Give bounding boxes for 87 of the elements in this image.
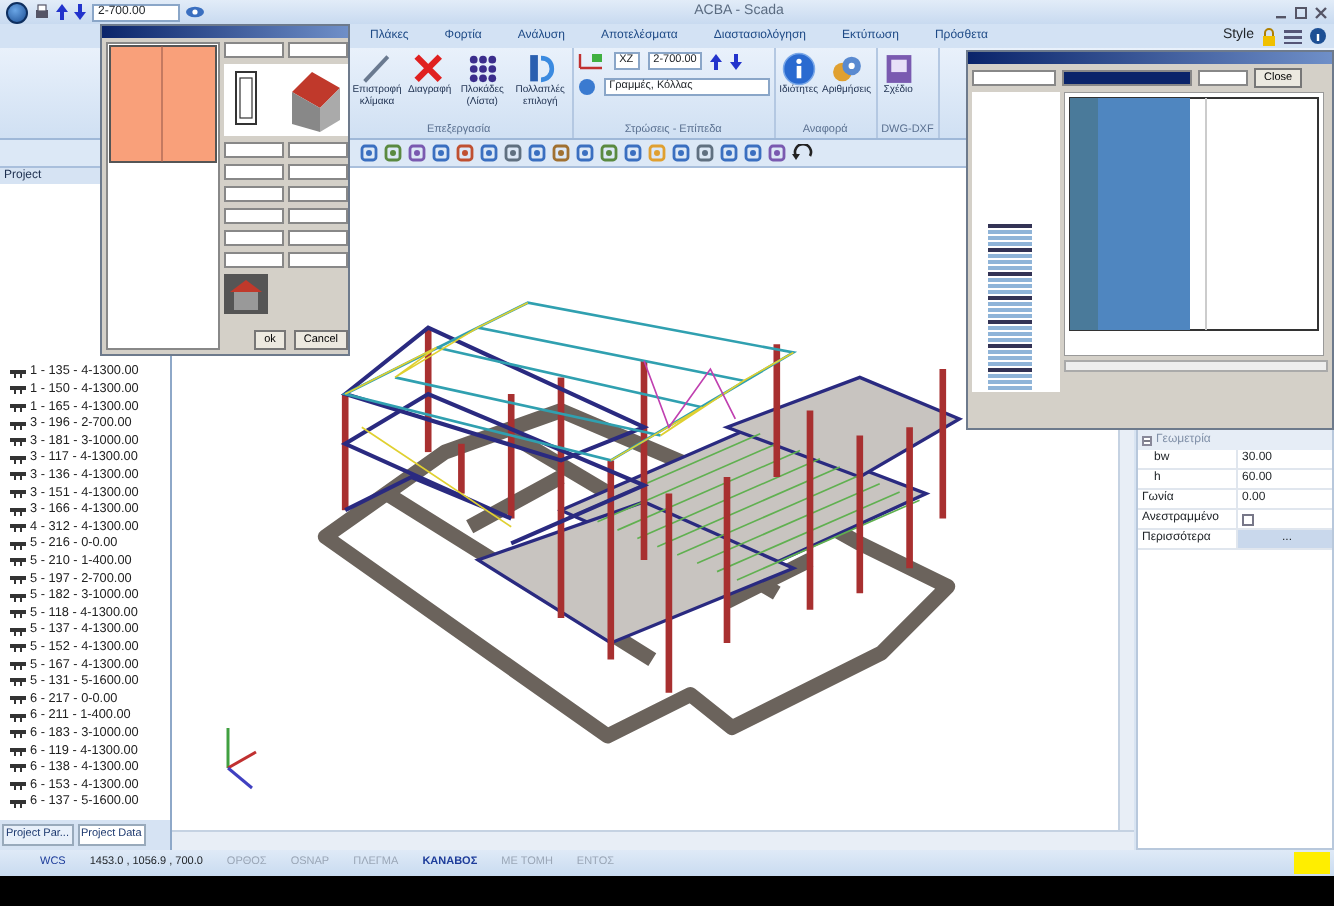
beam-icon	[10, 384, 26, 395]
toolbar-icon[interactable]	[480, 144, 498, 162]
material-select[interactable]	[288, 42, 348, 58]
beam-icon	[10, 539, 26, 550]
document-icon	[881, 52, 916, 86]
arrow-up-icon[interactable]	[56, 4, 68, 20]
beam-icon	[10, 608, 26, 619]
toolbar-icon[interactable]	[552, 144, 570, 162]
dot-grid-icon	[465, 52, 500, 86]
beam-icon	[10, 453, 26, 464]
toolbar-icon[interactable]	[408, 144, 426, 162]
checkbox[interactable]	[1242, 513, 1254, 525]
toolbar-icon[interactable]	[744, 144, 762, 162]
toolbar-icon[interactable]	[768, 144, 786, 162]
eye-icon[interactable]	[186, 6, 204, 18]
input-field[interactable]	[288, 186, 348, 202]
collapse-icon[interactable]	[1142, 435, 1152, 445]
toolbar-icon[interactable]	[504, 144, 522, 162]
toolbar-icon[interactable]	[360, 144, 378, 162]
app-menu-button[interactable]	[6, 1, 28, 23]
input-field[interactable]	[224, 230, 284, 246]
toolbar-icon[interactable]	[456, 144, 474, 162]
close-icon[interactable]	[1314, 5, 1328, 19]
section-type-select[interactable]	[224, 42, 284, 58]
toolbar-icon[interactable]	[600, 144, 618, 162]
maximize-icon[interactable]	[1294, 5, 1308, 19]
status-indicator	[1294, 852, 1330, 874]
input-field[interactable]	[288, 230, 348, 246]
rotate-icon[interactable]	[792, 144, 814, 162]
column-and-house-drawing	[224, 64, 348, 136]
beam-icon	[10, 728, 26, 739]
toolbar-icon[interactable]	[528, 144, 546, 162]
lock-icon[interactable]	[1262, 27, 1276, 45]
input-field[interactable]	[224, 142, 284, 158]
beam-icon	[10, 625, 26, 636]
toolbar-icon[interactable]	[696, 144, 714, 162]
beam-icon	[10, 505, 26, 516]
input-field[interactable]	[288, 252, 348, 268]
house-preview-drawing	[224, 274, 268, 314]
beam-icon	[10, 676, 26, 687]
input-field[interactable]	[288, 164, 348, 180]
beam-icon	[10, 401, 26, 412]
input-field[interactable]	[288, 142, 348, 158]
beam-icon	[10, 487, 26, 498]
toolbar-icon[interactable]	[384, 144, 402, 162]
input-field[interactable]	[224, 164, 284, 180]
input-field[interactable]	[224, 208, 284, 224]
beam-icon	[10, 762, 26, 773]
info-icon	[781, 52, 816, 86]
toolbar-icon[interactable]	[672, 144, 690, 162]
beam-icon	[10, 642, 26, 653]
toolbar-icon[interactable]	[720, 144, 738, 162]
beam-icon	[10, 745, 26, 756]
beam-icon	[10, 436, 26, 447]
input-field[interactable]	[224, 186, 284, 202]
beam-icon	[10, 711, 26, 722]
beam-icon	[10, 659, 26, 670]
beam-icon	[10, 694, 26, 705]
beam-icon	[10, 367, 26, 378]
beam-icon	[10, 780, 26, 791]
toolbar-icon[interactable]	[432, 144, 450, 162]
section-shape-drawing	[108, 44, 218, 164]
beam-icon	[10, 797, 26, 808]
beam-icon	[10, 591, 26, 602]
arrow-down-icon[interactable]	[74, 4, 86, 20]
bar-select[interactable]	[1062, 70, 1192, 86]
delete-icon	[412, 52, 447, 86]
axes-icon[interactable]	[577, 52, 606, 70]
arrow-up-icon[interactable]	[710, 53, 723, 69]
menu-icon[interactable]	[1284, 29, 1302, 43]
input-field[interactable]	[224, 252, 284, 268]
beam-icon	[10, 470, 26, 481]
scale-select[interactable]	[1198, 70, 1248, 86]
horizontal-scrollbar[interactable]	[172, 830, 1134, 850]
diagonal-line-icon	[360, 52, 394, 86]
beam-icon	[10, 522, 26, 533]
view-select[interactable]	[972, 70, 1056, 86]
toolbar-icon[interactable]	[624, 144, 642, 162]
beam-icon	[10, 556, 26, 567]
printer-icon[interactable]	[34, 4, 50, 20]
toolbar-icon[interactable]	[576, 144, 594, 162]
help-icon[interactable]	[1310, 28, 1326, 44]
beam-icon	[10, 419, 26, 430]
axis-icon	[226, 728, 257, 790]
input-field[interactable]	[288, 208, 348, 224]
beam-icon	[10, 573, 26, 584]
arrow-down-icon[interactable]	[730, 53, 743, 69]
